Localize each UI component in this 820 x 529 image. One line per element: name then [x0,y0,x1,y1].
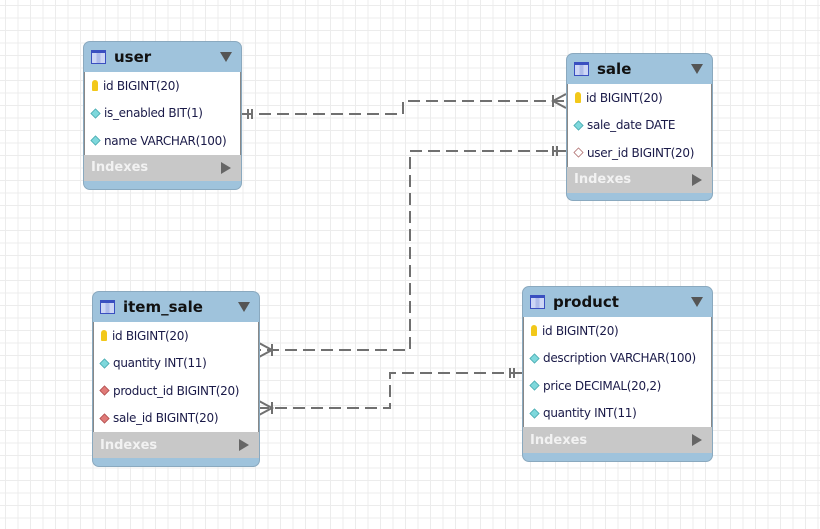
nullable-foreign-key-icon [573,147,584,158]
table-icon [91,50,106,64]
indexes-section[interactable]: Indexes [523,427,712,453]
table-header[interactable]: product [523,287,712,317]
table-name: item_sale [123,298,203,316]
column-row[interactable]: quantity INT(11) [94,350,258,378]
column-label: price DECIMAL(20,2) [543,378,662,393]
column-row[interactable]: id BIGINT(20) [524,317,711,345]
column-label: user_id BIGINT(20) [587,145,695,160]
table-name: product [553,293,619,311]
foreign-key-icon [99,413,110,424]
column-icon [529,380,540,391]
collapse-arrow-icon[interactable] [691,64,703,74]
column-label: id BIGINT(20) [112,328,189,343]
primary-key-icon [101,330,107,342]
column-list: id BIGINT(20) is_enabled BIT(1) name VARCH… [84,72,241,155]
table-header[interactable]: sale [567,54,712,84]
column-label: description VARCHAR(100) [543,351,696,366]
collapse-arrow-icon[interactable] [220,52,232,62]
column-list: id BIGINT(20) quantity INT(11) product_id … [93,322,259,432]
column-row[interactable]: name VARCHAR(100) [85,127,240,155]
collapse-arrow-icon[interactable] [691,297,703,307]
column-row[interactable]: is_enabled BIT(1) [85,100,240,128]
table-icon [530,295,545,309]
column-row[interactable]: quantity INT(11) [524,400,711,428]
column-row[interactable]: product_id BIGINT(20) [94,377,258,405]
expand-arrow-icon[interactable] [239,439,249,451]
indexes-section[interactable]: Indexes [93,432,259,458]
column-label: id BIGINT(20) [103,78,180,93]
relationship-sale-item-sale[interactable] [259,150,566,351]
column-icon [529,408,540,419]
column-list: id BIGINT(20) sale_date DATE user_id BIGIN… [567,84,712,167]
table-icon [574,62,589,76]
column-icon [529,353,540,364]
expand-arrow-icon[interactable] [692,173,702,186]
column-label: id BIGINT(20) [586,90,663,105]
column-row[interactable]: price DECIMAL(20,2) [524,372,711,400]
column-row[interactable]: description VARCHAR(100) [524,345,711,373]
column-icon [99,358,110,369]
table-name: user [114,48,152,66]
indexes-label: Indexes [100,437,158,453]
column-row[interactable]: sale_id BIGINT(20) [94,405,258,433]
primary-key-icon [575,92,581,104]
primary-key-icon [531,325,537,337]
expand-arrow-icon[interactable] [692,434,702,446]
table-name: sale [597,60,632,78]
indexes-section[interactable]: Indexes [84,154,241,181]
table-sale[interactable]: sale id BIGINT(20) sale_date DATE user_id B… [566,53,713,201]
column-list: id BIGINT(20) description VARCHAR(100) pri… [523,317,712,427]
column-icon [573,120,584,131]
table-header[interactable]: item_sale [93,292,259,322]
column-label: sale_id BIGINT(20) [113,411,219,426]
column-label: sale_date DATE [587,118,676,133]
column-label: product_id BIGINT(20) [113,383,240,398]
indexes-label: Indexes [574,172,632,187]
relationship-product-item-sale[interactable] [259,372,522,409]
indexes-label: Indexes [91,160,149,175]
expand-arrow-icon[interactable] [221,161,231,174]
column-row[interactable]: user_id BIGINT(20) [568,139,711,167]
column-row[interactable]: id BIGINT(20) [568,84,711,112]
primary-key-icon [92,80,98,92]
column-row[interactable]: sale_date DATE [568,112,711,140]
column-label: quantity INT(11) [543,406,637,421]
table-item-sale[interactable]: item_saleid BIGINT(20) quantity INT(11) pr… [92,291,260,467]
indexes-section[interactable]: Indexes [567,166,712,193]
relationship-user-sale[interactable] [241,100,566,115]
table-icon [100,300,115,314]
column-icon [90,108,101,119]
column-row[interactable]: id BIGINT(20) [94,322,258,350]
table-header[interactable]: user [84,42,241,72]
foreign-key-icon [99,385,110,396]
column-icon [90,135,101,146]
column-label: is_enabled BIT(1) [104,106,203,121]
column-row[interactable]: id BIGINT(20) [85,72,240,100]
column-label: quantity INT(11) [113,356,207,371]
column-label: id BIGINT(20) [542,323,619,338]
table-user[interactable]: user id BIGINT(20) is_enabled BIT(1) name V… [83,41,242,190]
table-product[interactable]: product id BIGINT(20) description VARCHAR(… [522,286,713,462]
indexes-label: Indexes [530,432,588,448]
collapse-arrow-icon[interactable] [238,302,250,312]
column-label: name VARCHAR(100) [104,133,227,148]
